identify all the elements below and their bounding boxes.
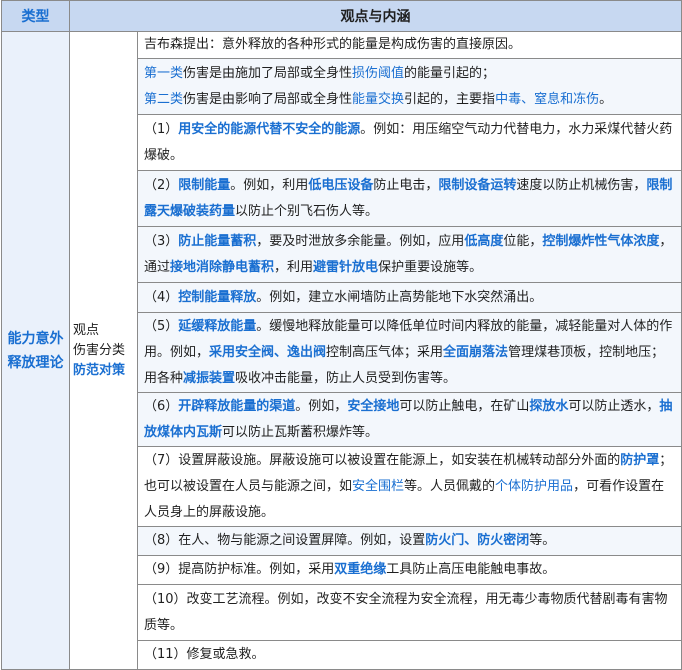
keyword-text: 个体防护用品 — [495, 478, 574, 494]
highlight-text: 减振装置 — [183, 370, 236, 386]
header-row: 类型 观点与内涵 — [1, 0, 682, 32]
body-text: 吉布森提出：意外释放的各种形式的能量是构成伤害的直接原因。 — [144, 37, 522, 52]
body-text: （5） — [144, 318, 179, 334]
theory-table: 类型 观点与内涵 能力意外释放理论 观点 伤害分类 防范对策 吉布森提出：意外释… — [1, 0, 682, 670]
keyword-text: 损伤阈值 — [352, 65, 405, 81]
body-text: 的能量引起的； — [404, 65, 496, 81]
body-text: （10）改变工艺流程。例如，改变不安全流程为安全流程，用无毒少毒物质代替剧毒有害… — [144, 591, 668, 633]
body-text: （11）修复或急救。 — [144, 647, 265, 662]
sub-label-countermeasure: 防范对策 — [73, 362, 126, 378]
body-text: （9）提高防护标准。例如，采用 — [144, 562, 335, 577]
body-text: 可以防止触电，在矿山 — [399, 398, 530, 414]
body-text: 等。 — [529, 533, 556, 548]
keyword-text: 中毒、窒息和冻伤 — [495, 91, 600, 107]
keyword-text: 第一类 — [144, 65, 184, 81]
body-text: 防止电击， — [373, 177, 439, 193]
content-cell: 吉布森提出：意外释放的各种形式的能量是构成伤害的直接原因。 — [137, 31, 682, 59]
sub-label-classification: 伤害分类 — [73, 342, 126, 358]
body-text: 可以防止瓦斯蓄积爆炸等。 — [222, 424, 379, 440]
body-text: 位能， — [503, 233, 543, 249]
body-text: （3） — [144, 233, 179, 249]
body-text: ，利用 — [274, 259, 314, 275]
highlight-text: 防止能量蓄积 — [178, 233, 257, 249]
body-text: 吸收冲击能量，防止人员受到伤害等。 — [235, 370, 457, 386]
sub-label-view: 观点 — [73, 322, 100, 338]
header-type: 类型 — [1, 0, 70, 32]
content-cell: （8）在人、物与能源之间设置屏障。例如，设置防火门、防火密闭等。 — [137, 526, 682, 556]
highlight-text: 全面崩落法 — [443, 344, 509, 360]
highlight-text: 防护罩 — [620, 452, 660, 468]
content-cell: （11）修复或急救。 — [137, 640, 682, 670]
highlight-text: 接地消除静电蓄积 — [170, 259, 275, 275]
table-row: 能力意外释放理论 观点 伤害分类 防范对策 吉布森提出：意外释放的各种形式的能量… — [1, 31, 682, 670]
highlight-text: 低高度 — [464, 233, 504, 249]
body-text: 可以防止透水， — [568, 398, 660, 414]
content-cell: （5）延缓释放能量。缓慢地释放能量可以降低单位时间内释放的能量，减轻能量对人体的… — [137, 312, 682, 393]
highlight-text: 采用安全阀、逸出阀 — [209, 344, 327, 360]
content-cell: （1）用安全的能源代替不安全的能源。例如：用压缩空气动力代替电力，水力采煤代替火… — [137, 114, 682, 171]
content-cell: （4）控制能量释放。例如，建立水闸墙防止高势能地下水突然涌出。 — [137, 282, 682, 313]
body-text: 。例如，建立水闸墙防止高势能地下水突然涌出。 — [256, 289, 543, 305]
body-text: （2） — [144, 177, 179, 193]
content-cell: （6）开辟释放能量的渠道。例如，安全接地可以防止触电，在矿山探放水可以防止透水，… — [137, 392, 682, 447]
highlight-text: 防火门、防火密闭 — [425, 533, 530, 548]
highlight-text: 用安全的能源代替不安全的能源 — [178, 121, 361, 137]
body-text: 保护重要设施等。 — [378, 259, 483, 275]
content-cell: （3）防止能量蓄积，要及时泄放多余能量。例如，应用低高度位能，控制爆炸性气体浓度… — [137, 226, 682, 283]
body-text: （4） — [144, 289, 179, 305]
type-cell: 能力意外释放理论 — [1, 31, 70, 670]
body-text: （1） — [144, 121, 179, 137]
body-text: 速度以防止机械伤害， — [516, 177, 647, 193]
body-text: 伤害是由施加了局部或全身性 — [183, 65, 353, 81]
content-cell: （10）改变工艺流程。例如，改变不安全流程为安全流程，用无毒少毒物质代替剧毒有害… — [137, 584, 682, 641]
keyword-text: 能量交换 — [352, 91, 405, 107]
highlight-text: 控制能量释放 — [178, 289, 257, 305]
highlight-text: 延缓释放能量 — [178, 318, 257, 334]
body-text: 。例如， — [295, 398, 348, 414]
highlight-text: 双重绝缘 — [334, 562, 387, 577]
content-cell: （7）设置屏蔽设施。屏蔽设施可以被设置在能源上，如安装在机械转动部分外面的防护罩… — [137, 446, 682, 527]
highlight-text: 安全接地 — [347, 398, 400, 414]
content-cell: 第一类伤害是由施加了局部或全身性损伤阈值的能量引起的； 第二类伤害是由影响了局部或… — [137, 58, 682, 115]
body-text: （7）设置屏蔽设施。屏蔽设施可以被设置在能源上，如安装在机械转动部分外面的 — [144, 452, 621, 468]
body-text: 。例如，利用 — [230, 177, 309, 193]
content-cell: （2）限制能量。例如，利用低电压设备防止电击，限制设备运转速度以防止机械伤害，限… — [137, 170, 682, 227]
body-text: 等。人员佩戴的 — [404, 478, 496, 494]
highlight-text: 开辟释放能量的渠道 — [178, 398, 296, 414]
body-text: 伤害是由影响了局部或全身性 — [183, 91, 353, 107]
body-text: ，要及时泄放多余能量。例如，应用 — [256, 233, 465, 249]
body-text: （8）在人、物与能源之间设置屏障。例如，设置 — [144, 533, 426, 548]
body-text: 控制高压气体；采用 — [326, 344, 444, 360]
highlight-text: 控制爆炸性气体浓度 — [542, 233, 660, 249]
content-cell: （9）提高防护标准。例如，采用双重绝缘工具防止高压电能触电事故。 — [137, 555, 682, 585]
header-view: 观点与内涵 — [69, 0, 682, 32]
body-text: （6） — [144, 398, 179, 414]
body-text: 引起的，主要指 — [404, 91, 496, 107]
highlight-text: 限制设备运转 — [438, 177, 517, 193]
keyword-text: 安全围栏 — [352, 478, 405, 494]
subcategory-cell: 观点 伤害分类 防范对策 — [69, 31, 138, 670]
body-text: 以防止个别飞石伤人等。 — [235, 203, 379, 219]
body-text: 。 — [599, 91, 613, 107]
body-text: 工具防止高压电能触电事故。 — [386, 562, 556, 577]
highlight-text: 限制能量 — [178, 177, 231, 193]
highlight-text: 避雷针放电 — [313, 259, 379, 275]
highlight-text: 低电压设备 — [308, 177, 374, 193]
highlight-text: 探放水 — [529, 398, 569, 414]
keyword-text: 第二类 — [144, 91, 184, 107]
